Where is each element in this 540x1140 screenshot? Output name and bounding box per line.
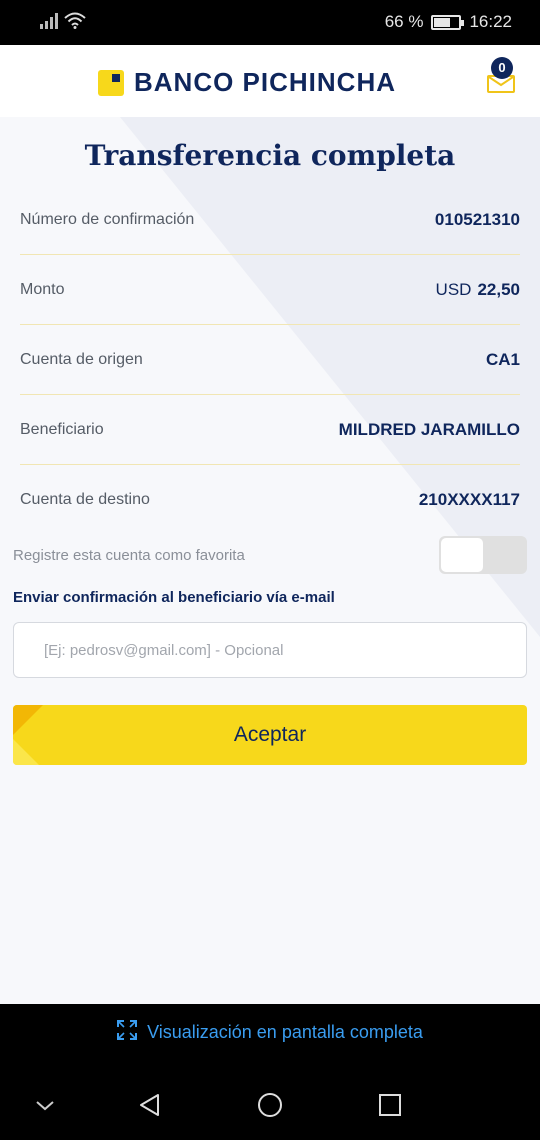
battery-icon (431, 14, 465, 30)
system-nav-bar (0, 1060, 540, 1140)
expand-icon (117, 1019, 138, 1045)
wifi-icon (64, 12, 86, 34)
toggle-knob (441, 538, 483, 572)
source-account-value: CA1 (485, 349, 520, 369)
detail-row-source-account: Cuenta de origen CA1 (20, 325, 520, 395)
amount-label: Monto (20, 280, 65, 298)
status-left (40, 12, 86, 34)
mail-button[interactable]: 0 (487, 57, 515, 95)
brand-name: BANCO PICHINCHA (134, 67, 396, 97)
favorite-toggle[interactable] (439, 536, 527, 574)
source-account-label: Cuenta de origen (20, 350, 143, 368)
detail-row-destination-account: Cuenta de destino 210XXXX117 (20, 465, 520, 535)
mail-count-badge: 0 (491, 57, 513, 79)
amount-value-group: USD 22,50 (436, 280, 520, 300)
app-header: BANCO PICHINCHA 0 (0, 45, 540, 117)
bank-logo-icon (98, 69, 124, 96)
destination-account-label: Cuenta de destino (20, 491, 150, 508)
email-label: Enviar confirmación al beneficiario vía … (13, 589, 335, 606)
clock: 16:22 (469, 12, 512, 31)
beneficiary-value: MILDRED JARAMILLO (338, 419, 520, 439)
amount-currency: USD (435, 279, 472, 299)
favorite-label: Registre esta cuenta como favorita (13, 546, 245, 564)
accept-button-label: Aceptar (233, 723, 307, 746)
confirmation-label: Número de confirmación (20, 210, 195, 228)
amount-value: 22,50 (477, 279, 520, 299)
accept-button[interactable]: Aceptar (13, 705, 527, 765)
beneficiary-label: Beneficiario (20, 420, 104, 438)
battery-percent: 66 % (384, 12, 424, 31)
brand: BANCO PICHINCHA (98, 67, 396, 98)
email-input[interactable] (13, 622, 527, 678)
detail-row-confirmation: Número de confirmación 010521310 (20, 185, 520, 255)
button-accent-decoration (13, 705, 43, 765)
back-icon[interactable] (136, 1090, 166, 1120)
signal-icon (40, 12, 58, 34)
favorite-row: Registre esta cuenta como favorita (13, 536, 527, 574)
fullscreen-link[interactable]: Visualización en pantalla completa (0, 1004, 540, 1060)
confirmation-value: 010521310 (434, 209, 520, 229)
chevron-down-icon[interactable] (32, 1090, 62, 1120)
recents-icon[interactable] (376, 1090, 406, 1120)
status-right: 66 % 16:22 (385, 12, 512, 32)
detail-row-beneficiary: Beneficiario MILDRED JARAMILLO (20, 395, 520, 465)
transfer-receipt: Transferencia completa Número de confirm… (0, 117, 540, 1004)
fullscreen-label: Visualización en pantalla completa (147, 1021, 423, 1042)
destination-account-value: 210XXXX117 (418, 490, 520, 509)
page-title: Transferencia completa (84, 139, 456, 172)
status-bar: 66 % 16:22 (0, 0, 540, 45)
detail-row-amount: Monto USD 22,50 (20, 255, 520, 325)
battery-level (434, 17, 451, 27)
home-icon[interactable] (255, 1090, 285, 1120)
